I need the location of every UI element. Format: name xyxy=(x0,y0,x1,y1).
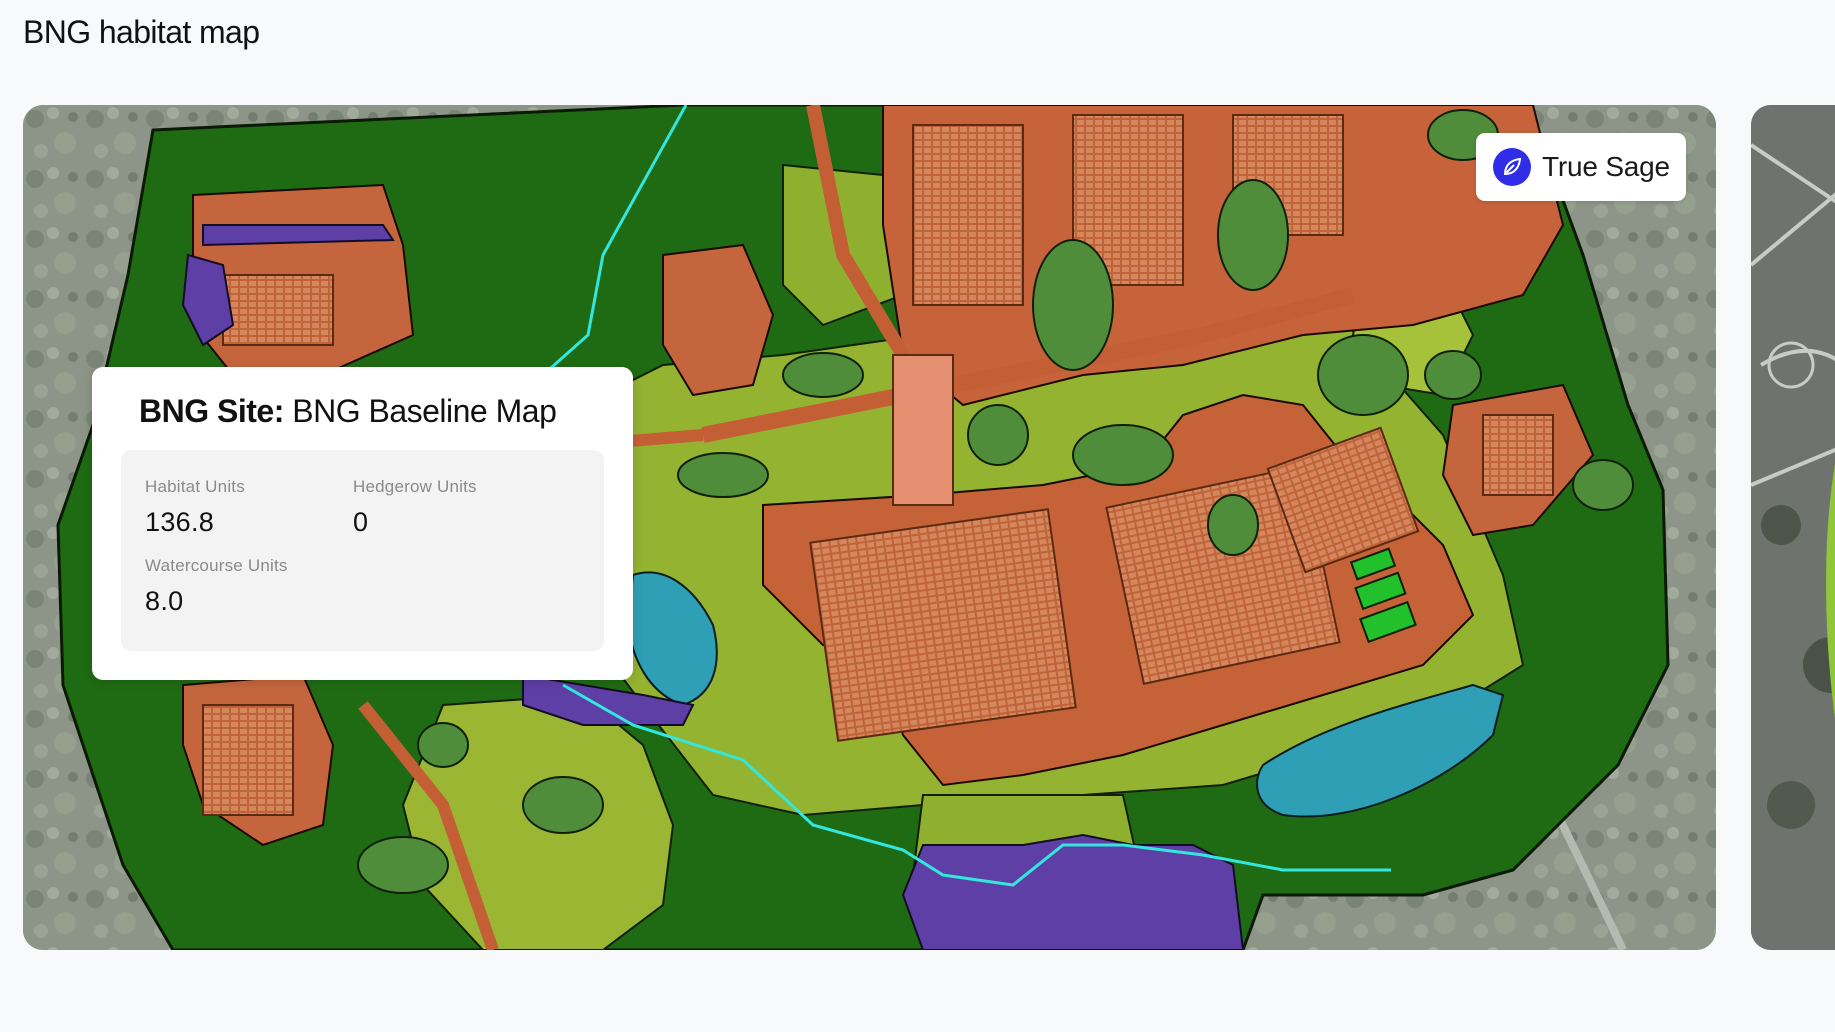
leaf-icon xyxy=(1493,148,1531,186)
building xyxy=(202,704,294,816)
building xyxy=(1482,414,1554,496)
stat-label: Hedgerow Units xyxy=(353,477,477,496)
site-title-name: BNG Baseline Map xyxy=(292,393,557,429)
stat-value: 8.0 xyxy=(145,586,184,616)
building xyxy=(912,124,1024,306)
secondary-map-canvas xyxy=(1751,105,1835,950)
site-title-prefix: BNG Site: xyxy=(139,393,284,429)
building xyxy=(809,508,1077,742)
site-stats: Habitat Units 136.8 Hedgerow Units 0 Wat… xyxy=(121,450,604,651)
secondary-map-preview[interactable] xyxy=(1751,105,1835,950)
stat-value: 136.8 xyxy=(145,507,215,537)
hedgerow-units-stat: Hedgerow Units 0 xyxy=(353,477,477,538)
site-info-panel: BNG Site: BNG Baseline Map Habitat Units… xyxy=(92,367,633,680)
site-title: BNG Site: BNG Baseline Map xyxy=(139,393,557,430)
page-title: BNG habitat map xyxy=(23,14,260,50)
brand-badge: True Sage xyxy=(1476,133,1686,201)
building xyxy=(892,354,954,506)
stat-label: Habitat Units xyxy=(145,477,245,496)
watercourse-units-stat: Watercourse Units 8.0 xyxy=(145,556,288,617)
stat-label: Watercourse Units xyxy=(145,556,288,575)
habitat-units-stat: Habitat Units 136.8 xyxy=(145,477,245,538)
stat-value: 0 xyxy=(353,507,369,537)
brand-name: True Sage xyxy=(1542,151,1670,182)
building xyxy=(222,274,334,346)
